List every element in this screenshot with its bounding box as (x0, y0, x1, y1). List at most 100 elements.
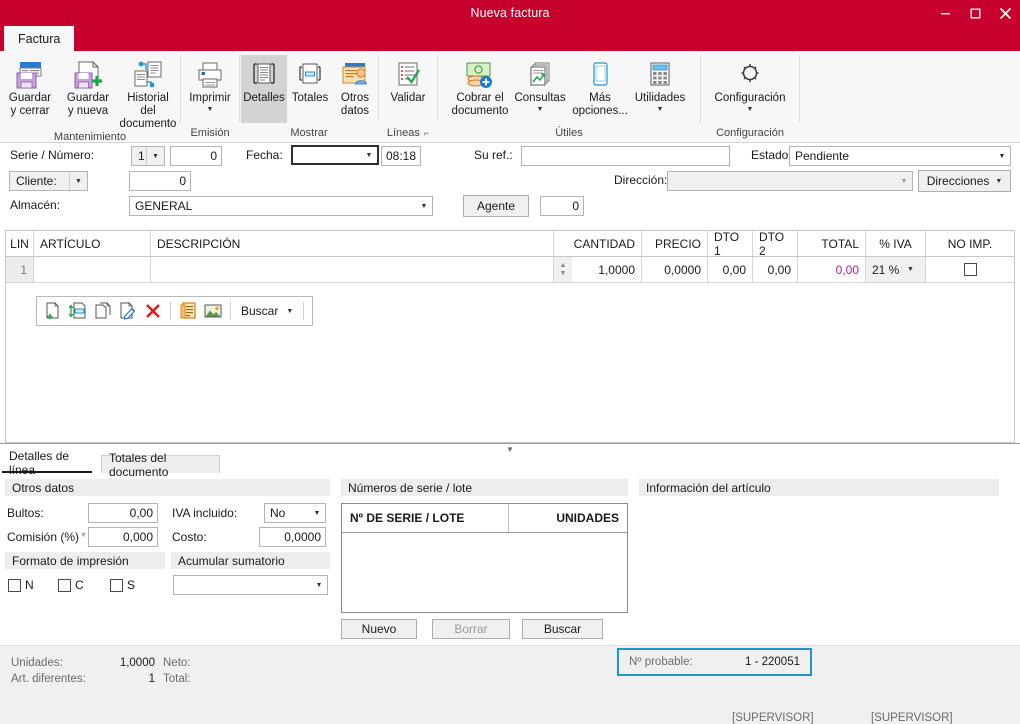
utilities-icon (647, 58, 673, 92)
chevron-down-icon[interactable]: ▼ (896, 172, 912, 190)
chevron-down-icon[interactable]: ▼ (657, 106, 664, 113)
cell-dto2[interactable]: 0,00 (753, 257, 798, 282)
column-header-cantidad[interactable]: CANTIDAD (572, 231, 642, 256)
formato-option-n[interactable]: N (8, 578, 34, 592)
chevron-down-icon[interactable]: ▼ (146, 147, 164, 165)
cliente-button[interactable]: Cliente: ▼ (9, 171, 88, 191)
ribbon-button-utilidades[interactable]: Utilidades ▼ (631, 55, 689, 113)
hora-input[interactable] (381, 146, 421, 166)
column-header-dto1[interactable]: DTO 1 (708, 230, 753, 258)
chevron-up-icon[interactable]: ▲ (560, 262, 567, 269)
close-icon[interactable] (990, 0, 1020, 26)
formato-s-checkbox[interactable] (110, 578, 123, 592)
notes-icon[interactable] (177, 300, 199, 322)
formato-n-checkbox[interactable] (8, 578, 21, 592)
column-header-lin[interactable]: LIN (6, 231, 34, 256)
serie-lote-buscar-button[interactable]: Buscar (522, 619, 603, 639)
minimize-icon[interactable] (930, 0, 960, 26)
tab-detalles-de-linea[interactable]: Detalles de línea (2, 449, 92, 477)
ribbon-button-imprimir[interactable]: Imprimir ▼ (183, 55, 237, 113)
agente-button[interactable]: Agente (463, 195, 529, 217)
totals-icon (296, 58, 324, 92)
ribbon-button-historial-documento[interactable]: Historial del documento (117, 55, 179, 131)
column-header-total[interactable]: TOTAL (798, 231, 866, 256)
column-header-descripcion[interactable]: DESCRIPCIÓN (151, 231, 554, 256)
new-line-icon[interactable] (42, 300, 64, 322)
numero-input[interactable] (170, 146, 222, 166)
direccion-select[interactable]: ▼ (667, 171, 913, 191)
chevron-down-icon[interactable]: ▼ (309, 504, 325, 522)
ribbon-button-otros-datos[interactable]: Otros datos (333, 55, 377, 118)
chevron-down-icon[interactable]: ▼ (311, 576, 327, 594)
su-ref-input[interactable] (521, 146, 730, 166)
serie-lote-nuevo-button[interactable]: Nuevo (341, 619, 417, 639)
almacen-select[interactable]: GENERAL ▼ (129, 196, 433, 216)
cell-dto1[interactable]: 0,00 (708, 257, 753, 282)
copy-line-icon[interactable] (92, 300, 114, 322)
column-header-numero-serie-lote[interactable]: Nº DE SERIE / LOTE (342, 504, 509, 532)
column-header-precio[interactable]: PRECIO (642, 231, 708, 256)
cell-descripcion[interactable] (151, 257, 554, 282)
chevron-down-icon[interactable]: ▼ (207, 106, 214, 113)
ribbon-button-guardar-y-cerrar[interactable]: Guardar y cerrar (1, 55, 59, 118)
costo-input[interactable] (259, 527, 326, 547)
dialog-launcher-icon[interactable]: ⌐ (424, 128, 429, 138)
ribbon-button-validar[interactable]: Validar (382, 55, 434, 105)
cell-no-imp[interactable] (926, 257, 1014, 282)
ribbon-button-detalles[interactable]: Detalles (241, 55, 287, 123)
chevron-down-icon[interactable]: ▼ (560, 270, 567, 277)
chevron-down-icon[interactable]: ▼ (995, 178, 1002, 185)
comision-dropdown-icon[interactable]: ▼ (80, 532, 87, 539)
fecha-datepicker[interactable]: ▼ (291, 145, 379, 165)
chevron-down-icon[interactable]: ▼ (286, 308, 293, 315)
ribbon-button-mas-opciones[interactable]: Más opciones... (569, 55, 631, 118)
acumular-sumatorio-header: Acumular sumatorio (171, 552, 330, 569)
formato-c-checkbox[interactable] (58, 578, 71, 592)
ribbon-button-guardar-y-nueva[interactable]: Guardar y nueva (59, 55, 117, 118)
edit-line-icon[interactable] (117, 300, 139, 322)
insert-line-icon[interactable] (67, 300, 89, 322)
ribbon-button-configuracion[interactable]: Configuración ▼ (704, 55, 796, 113)
serie-select[interactable]: 1 ▼ (131, 146, 165, 166)
image-icon[interactable] (202, 300, 224, 322)
search-label: Buscar (241, 304, 279, 318)
comision-input[interactable] (88, 527, 158, 547)
acumular-sumatorio-select[interactable]: ▼ (173, 575, 328, 595)
direcciones-button[interactable]: Direcciones ▼ (918, 170, 1011, 192)
ribbon-button-cobrar-documento[interactable]: Cobrar el documento (449, 55, 511, 118)
chevron-down-icon[interactable]: ▼ (901, 266, 919, 273)
tab-totales-del-documento[interactable]: Totales del documento (101, 451, 220, 479)
column-header-iva[interactable]: % IVA (866, 231, 926, 256)
chevron-down-icon[interactable]: ▼ (416, 197, 432, 215)
maximize-icon[interactable] (960, 0, 990, 26)
chevron-down-icon[interactable]: ▼ (537, 106, 544, 113)
chevron-down-icon[interactable]: ▼ (747, 106, 754, 113)
cell-iva-select[interactable]: 21 % ▼ (866, 257, 926, 282)
table-row[interactable]: 1 ▲ ▼ 1,0000 0,0000 0,00 0,00 0,00 21 % … (6, 257, 1014, 283)
no-imp-checkbox[interactable] (963, 263, 977, 276)
delete-line-icon[interactable] (142, 300, 164, 322)
agente-input[interactable] (540, 196, 584, 216)
row-spinner[interactable]: ▲ ▼ (554, 257, 572, 282)
formato-option-c[interactable]: C (58, 578, 84, 592)
chevron-down-icon[interactable]: ▼ (994, 147, 1010, 165)
iva-incluido-select[interactable]: No ▼ (264, 503, 326, 523)
column-header-dto2[interactable]: DTO 2 (753, 230, 798, 258)
estado-select[interactable]: Pendiente ▼ (789, 146, 1011, 166)
column-header-articulo[interactable]: ARTÍCULO (34, 231, 151, 256)
column-header-unidades[interactable]: UNIDADES (509, 504, 627, 532)
chevron-down-icon[interactable]: ▼ (506, 445, 514, 454)
cell-cantidad[interactable]: 1,0000 (572, 257, 642, 282)
column-header-no-imp[interactable]: NO IMP. (926, 231, 1014, 256)
search-dropdown-button[interactable]: Buscar ▼ (237, 304, 297, 318)
formato-option-s[interactable]: S (110, 578, 135, 592)
ribbon-button-consultas[interactable]: Consultas ▼ (511, 55, 569, 113)
tab-factura[interactable]: Factura (4, 26, 75, 51)
ribbon-button-totales[interactable]: Totales (287, 55, 333, 105)
cell-precio[interactable]: 0,0000 (642, 257, 708, 282)
cell-articulo[interactable] (34, 257, 151, 282)
chevron-down-icon[interactable]: ▼ (69, 172, 87, 190)
cliente-input[interactable] (129, 171, 191, 191)
bultos-input[interactable] (88, 503, 158, 523)
chevron-down-icon[interactable]: ▼ (361, 147, 377, 163)
